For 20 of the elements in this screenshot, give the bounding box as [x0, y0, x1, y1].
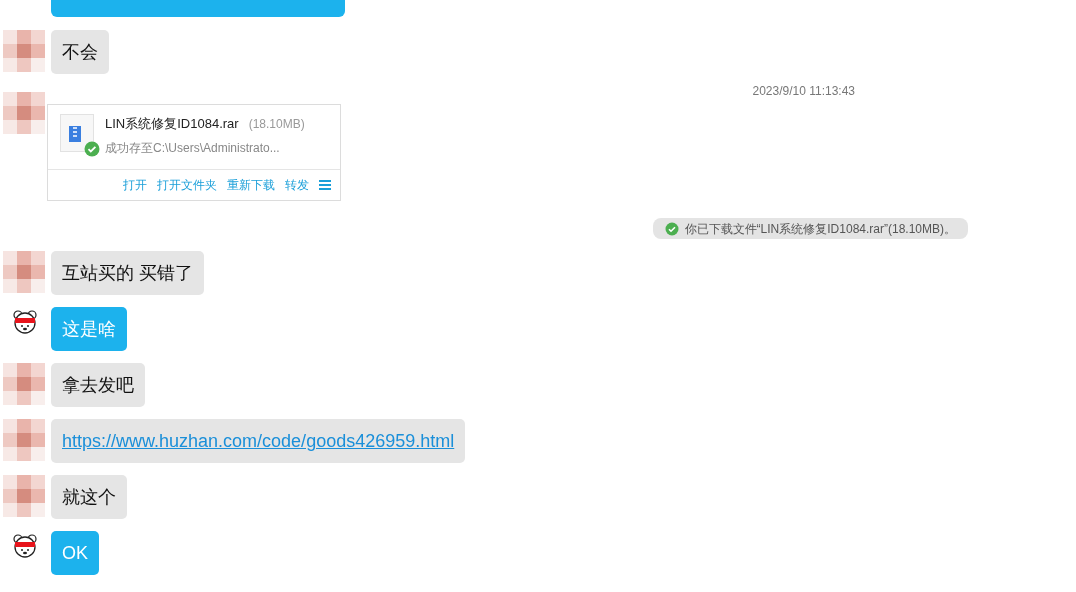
archive-file-icon	[60, 114, 94, 152]
message-text: 不会	[62, 42, 98, 62]
file-size: (18.10MB)	[248, 116, 305, 133]
file-status: 成功存至C:\Users\Administrato...	[105, 139, 281, 157]
message-text: 互站买的 买错了	[62, 263, 193, 283]
menu-icon[interactable]	[319, 180, 331, 190]
message-text: 就这个	[62, 487, 116, 507]
file-action-link[interactable]: 转发	[285, 176, 309, 194]
check-circle-icon	[664, 221, 679, 236]
check-badge-icon	[84, 141, 100, 157]
notice-text: 你已下载文件“LIN系统修复ID1084.rar”(18.10MB)。	[684, 220, 956, 238]
file-action-link[interactable]: 打开文件夹	[157, 176, 217, 194]
message-text: 这是啥	[62, 319, 116, 339]
message-link[interactable]: https://www.huzhan.com/code/goods426959.html	[62, 431, 455, 451]
timestamp: 2023/9/10 11:13:43	[752, 84, 855, 98]
message-text: OK	[62, 543, 88, 563]
file-action-link[interactable]: 重新下载	[227, 176, 275, 194]
file-action-link[interactable]: 打开	[123, 176, 147, 194]
message-text: 拿去发吧	[62, 375, 134, 395]
file-name: LIN系统修复ID1084.rar	[105, 115, 239, 133]
